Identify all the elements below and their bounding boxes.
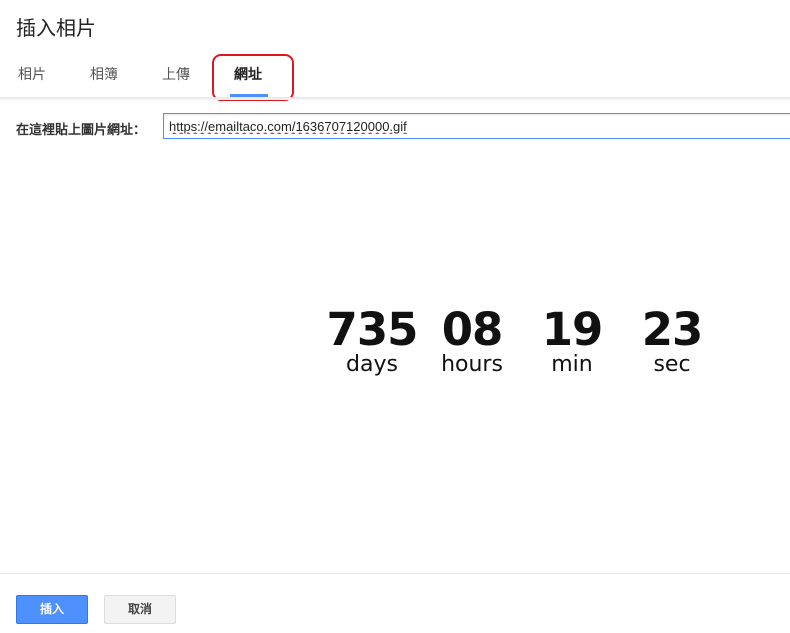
countdown-label: sec [653,352,691,377]
dialog-title: 插入相片 [16,18,96,40]
cancel-button[interactable]: 取消 [104,595,176,624]
tab-upload[interactable]: 上傳 [162,64,190,84]
countdown-hours: 08 hours [422,300,522,376]
countdown-min: 19 min [522,300,622,376]
tab-bar: 相片 相簿 上傳 網址 [0,56,790,98]
countdown-label: min [551,352,593,377]
tab-photos[interactable]: 相片 [18,64,46,84]
tab-albums[interactable]: 相簿 [90,64,118,84]
countdown-value: 08 [441,303,504,356]
countdown-value: 735 [326,303,419,356]
image-url-input[interactable] [163,113,790,139]
tab-divider [0,97,790,100]
countdown-value: 23 [641,303,704,356]
footer-divider [0,573,790,574]
insert-button[interactable]: 插入 [16,595,88,624]
countdown-days: 735 days [322,300,422,376]
countdown-label: hours [441,352,503,377]
tab-url-highlight-annotation [212,54,294,101]
image-preview: 735 days 08 hours 19 min 23 sec [320,300,720,390]
countdown-sec: 23 sec [622,300,722,376]
countdown-value: 19 [541,303,604,356]
url-field-label: 在這裡貼上圖片網址： [16,122,147,137]
